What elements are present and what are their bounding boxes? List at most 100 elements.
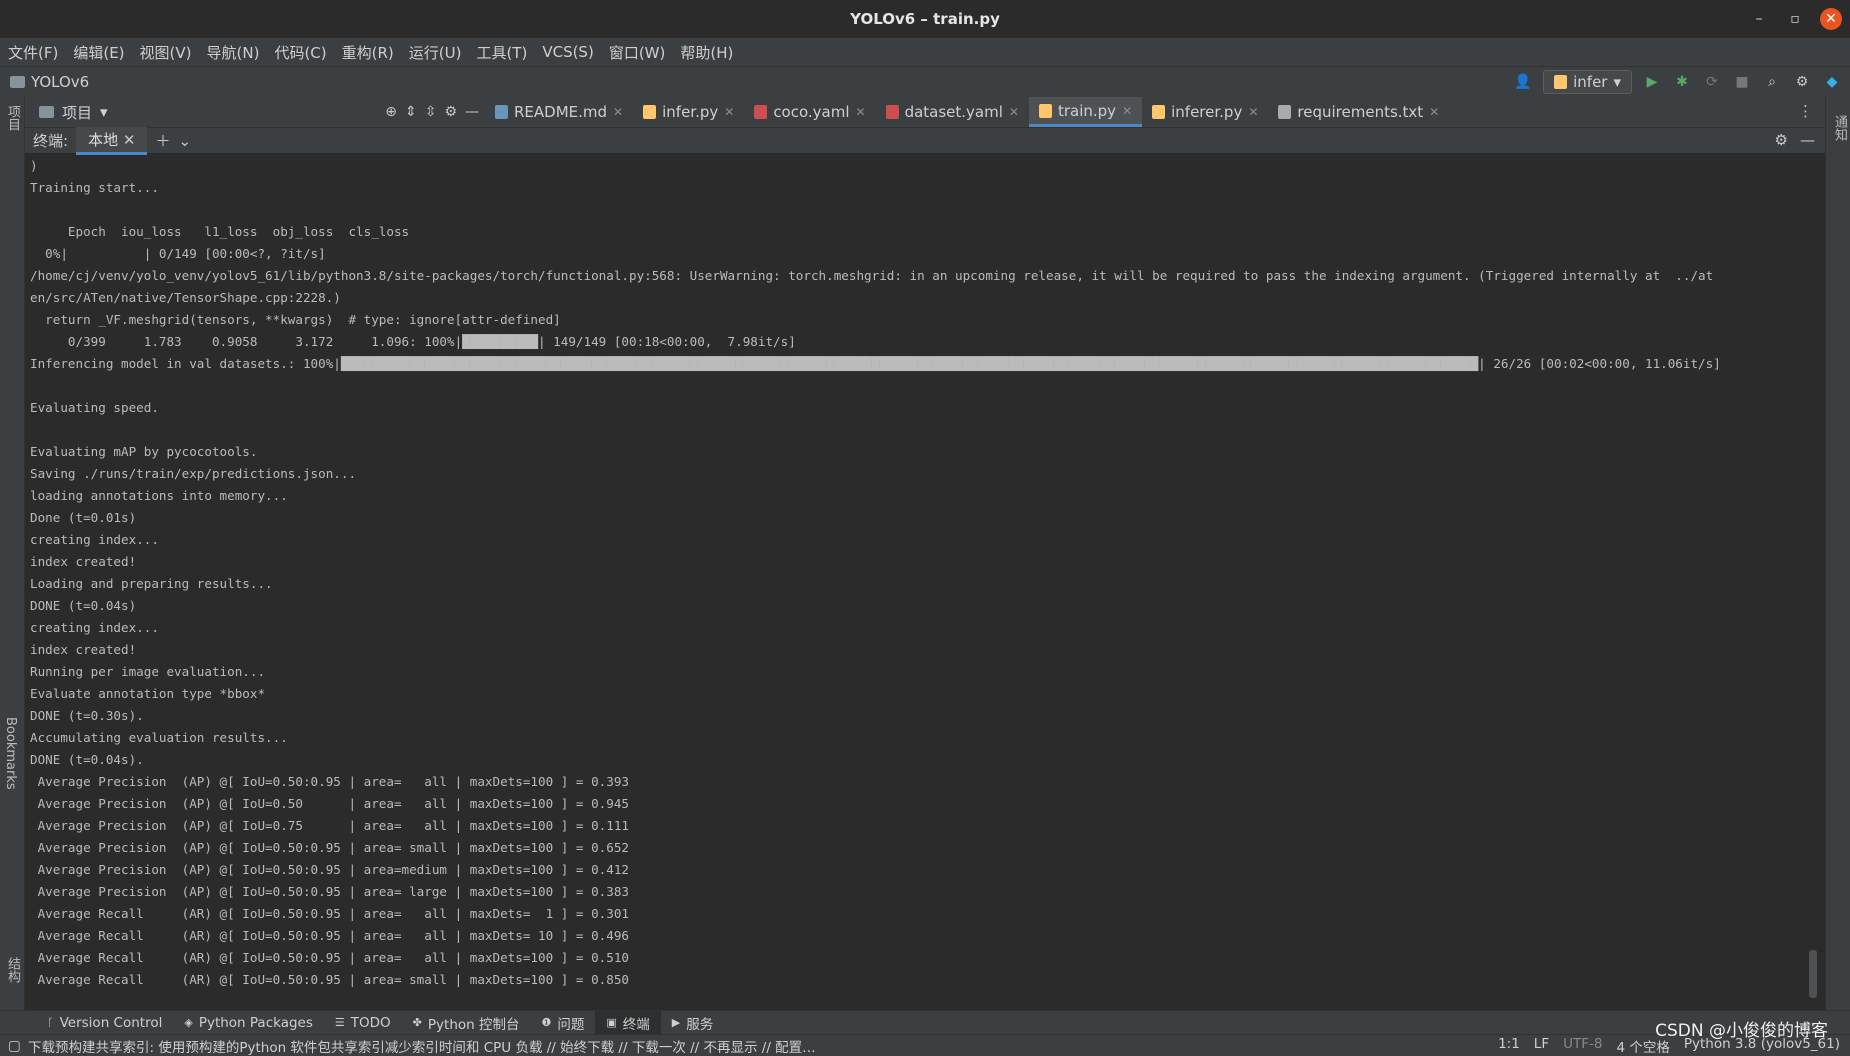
menu-item[interactable]: 代码(C) bbox=[266, 42, 333, 63]
hide-icon[interactable]: — bbox=[1800, 131, 1815, 149]
menu-item[interactable]: 运行(U) bbox=[401, 42, 469, 63]
expand-all-icon[interactable]: ⇕ bbox=[405, 104, 417, 120]
close-icon[interactable]: ✕ bbox=[1248, 105, 1258, 119]
menu-bar: 文件(F) 编辑(E) 视图(V) 导航(N) 代码(C) 重构(R) 运行(U) 工具(T)… bbox=[0, 38, 1850, 66]
file-icon bbox=[754, 105, 768, 119]
maximize-button[interactable]: ▫ bbox=[1784, 11, 1806, 27]
close-button[interactable]: ✕ bbox=[1820, 8, 1842, 30]
title-bar: YOLOv6 – train.py – ▫ ✕ bbox=[0, 0, 1850, 39]
close-icon[interactable]: ✕ bbox=[1009, 105, 1019, 119]
collapse-all-icon[interactable]: ⇳ bbox=[425, 104, 437, 120]
editor-tab[interactable]: train.py ✕ bbox=[1028, 97, 1143, 127]
new-terminal-icon[interactable]: ＋ bbox=[155, 130, 170, 151]
minimize-button[interactable]: – bbox=[1748, 11, 1770, 27]
file-encoding[interactable]: UTF-8 bbox=[1563, 1036, 1602, 1056]
terminal-lines: ) Training start... Epoch iou_loss l1_los… bbox=[30, 155, 1721, 991]
menu-item[interactable]: 窗口(W) bbox=[601, 42, 673, 63]
status-square-icon[interactable]: ▢ bbox=[8, 1038, 21, 1054]
jetbrains-icon[interactable]: ◆ bbox=[1822, 72, 1842, 92]
structure-tool-button[interactable]: 结构 bbox=[3, 957, 22, 983]
cursor-position[interactable]: 1:1 bbox=[1498, 1036, 1520, 1056]
search-icon[interactable]: ⌕ bbox=[1762, 72, 1782, 92]
terminal-line: Average Recall (AR) @[ IoU=0.50:0.95 | a… bbox=[30, 950, 629, 965]
terminal-line: creating index... bbox=[30, 620, 159, 635]
more-tabs-icon[interactable]: ⋮ bbox=[1798, 102, 1813, 120]
bottom-tool-button[interactable]: ❶ 问题 bbox=[530, 1011, 595, 1035]
terminal-line: Average Recall (AR) @[ IoU=0.50:0.95 | a… bbox=[30, 906, 629, 921]
window-title: YOLOv6 – train.py bbox=[850, 10, 1000, 28]
bottom-tool-bar: ᚴ Version Control ◈ Python Packages ☰ TODO ✤ Py… bbox=[0, 1010, 1850, 1035]
terminal-tab-local[interactable]: 本地 ✕ bbox=[76, 126, 148, 155]
run-icon[interactable]: ▶ bbox=[1642, 72, 1662, 92]
bottom-tool-button[interactable]: ☰ TODO bbox=[324, 1011, 402, 1035]
chevron-down-icon[interactable]: ▾ bbox=[100, 103, 108, 121]
terminal-tab-label: 本地 bbox=[88, 130, 119, 149]
bottom-tool-button[interactable]: ✤ Python 控制台 bbox=[402, 1011, 531, 1035]
menu-item[interactable]: 文件(F) bbox=[0, 42, 65, 63]
close-icon[interactable]: ✕ bbox=[1122, 104, 1132, 118]
watermark: CSDN @小俊俊的博客 bbox=[1655, 1021, 1828, 1041]
line-separator[interactable]: LF bbox=[1534, 1036, 1549, 1056]
menu-item[interactable]: 视图(V) bbox=[132, 42, 199, 63]
terminal-line: index created! bbox=[30, 642, 137, 657]
menu-item[interactable]: 导航(N) bbox=[199, 42, 267, 63]
editor-tab[interactable]: coco.yaml ✕ bbox=[744, 97, 875, 127]
menu-item[interactable]: 编辑(E) bbox=[65, 42, 131, 63]
chevron-down-icon[interactable]: ⌄ bbox=[178, 132, 191, 150]
terminal-line: Running per image evaluation... bbox=[30, 664, 266, 679]
terminal-line: Average Precision (AP) @[ IoU=0.75 | are… bbox=[30, 818, 629, 833]
project-folder-icon bbox=[10, 76, 25, 88]
project-breadcrumb[interactable]: YOLOv6 bbox=[10, 73, 89, 91]
run-config-select[interactable]: infer ▾ bbox=[1543, 70, 1632, 94]
gear-icon[interactable]: ⚙ bbox=[1792, 72, 1812, 92]
terminal-line: Inferencing model in val datasets.: 100%… bbox=[30, 356, 1721, 371]
status-message[interactable]: 下载预构建共享索引: 使用预构建的Python 软件包共享索引减少索引时间和 C… bbox=[28, 1036, 816, 1056]
menu-item[interactable]: 工具(T) bbox=[468, 42, 534, 63]
file-icon bbox=[1038, 103, 1052, 118]
menu-item[interactable]: 重构(R) bbox=[334, 42, 401, 63]
terminal-line: Accumulating evaluation results... bbox=[30, 730, 288, 745]
tab-label: infer.py bbox=[662, 103, 719, 121]
terminal-line: Average Precision (AP) @[ IoU=0.50 | are… bbox=[30, 796, 629, 811]
bookmarks-tool-button[interactable]: Bookmarks bbox=[3, 717, 18, 790]
bottom-tool-button[interactable]: ◈ Python Packages bbox=[173, 1011, 324, 1035]
editor-tab[interactable]: infer.py ✕ bbox=[633, 97, 744, 127]
hide-icon[interactable]: — bbox=[465, 104, 479, 120]
locate-icon[interactable]: ⊕ bbox=[385, 104, 397, 120]
vertical-scrollbar[interactable] bbox=[1809, 950, 1817, 998]
editor-tab[interactable]: inferer.py ✕ bbox=[1142, 97, 1268, 127]
bottom-tool-button[interactable]: ▣ 终端 bbox=[595, 1010, 661, 1035]
close-icon[interactable]: ✕ bbox=[1429, 105, 1439, 119]
editor-tab[interactable]: dataset.yaml ✕ bbox=[876, 97, 1029, 127]
gear-icon[interactable]: ⚙ bbox=[1775, 131, 1788, 149]
menu-item[interactable]: 帮助(H) bbox=[672, 42, 740, 63]
bottom-tool-button[interactable]: ᚴ Version Control bbox=[36, 1011, 173, 1035]
editor-tab[interactable]: requirements.txt ✕ bbox=[1268, 97, 1449, 127]
debug-icon[interactable]: ✱ bbox=[1672, 72, 1692, 92]
close-icon[interactable]: ✕ bbox=[613, 105, 623, 119]
menu-item[interactable]: VCS(S) bbox=[534, 43, 600, 61]
terminal-output[interactable]: ) Training start... Epoch iou_loss l1_los… bbox=[25, 155, 1825, 1010]
close-icon[interactable]: ✕ bbox=[123, 131, 136, 149]
bottom-tool-label: Version Control bbox=[59, 1014, 163, 1031]
close-icon[interactable]: ✕ bbox=[724, 105, 734, 119]
terminal-line: return _VF.meshgrid(tensors, **kwargs) #… bbox=[30, 312, 561, 327]
editor-tab-row: 项目 ▾ ⊕ ⇕ ⇳ ⚙ — README.md ✕ infer.py ✕ coco.y… bbox=[25, 97, 1825, 128]
terminal-line: DONE (t=0.30s). bbox=[30, 708, 144, 723]
project-tool-button[interactable]: 项目 bbox=[3, 105, 22, 131]
notifications-tool-button[interactable]: 通知 bbox=[1830, 115, 1849, 141]
terminal-line: 0/399 1.783 0.9058 3.172 1.096: 100%|███… bbox=[30, 334, 796, 349]
editor-tab[interactable]: README.md ✕ bbox=[485, 97, 633, 127]
stop-icon[interactable]: ■ bbox=[1732, 72, 1752, 92]
run-config-label: infer bbox=[1573, 73, 1608, 91]
project-tool-label[interactable]: 项目 bbox=[62, 102, 92, 123]
close-icon[interactable]: ✕ bbox=[856, 105, 866, 119]
user-icon[interactable]: 👤 bbox=[1513, 72, 1533, 92]
gear-icon[interactable]: ⚙ bbox=[444, 104, 457, 120]
coverage-icon[interactable]: ⟳ bbox=[1702, 72, 1722, 92]
status-bar: ▢ 下载预构建共享索引: 使用预构建的Python 软件包共享索引减少索引时间和… bbox=[0, 1034, 1850, 1056]
play-circle-icon: ▶ bbox=[671, 1016, 681, 1029]
bottom-tool-button[interactable]: ▶ 服务 bbox=[661, 1011, 724, 1035]
